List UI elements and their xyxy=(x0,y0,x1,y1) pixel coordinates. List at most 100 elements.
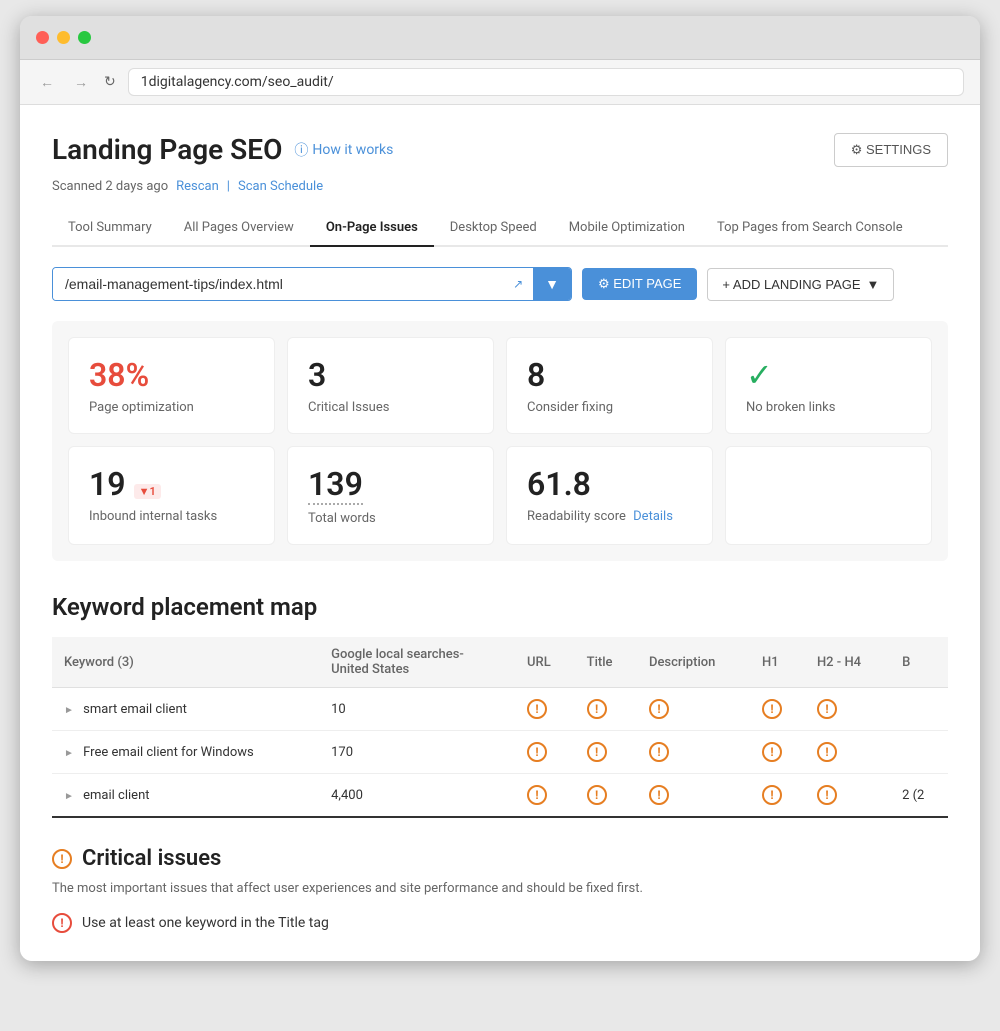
h2h4-cell: ! xyxy=(805,774,890,818)
h1-cell: ! xyxy=(750,688,805,731)
metric-total-words: 139 Total words xyxy=(287,446,494,545)
desc-cell: ! xyxy=(637,688,750,731)
warning-icon: ! xyxy=(527,785,547,805)
expand-icon[interactable]: ► xyxy=(64,791,74,802)
rescan-link[interactable]: Rescan xyxy=(176,179,219,194)
readability-details-link[interactable]: Details xyxy=(633,509,673,524)
warning-icon: ! xyxy=(762,785,782,805)
page-content: Landing Page SEO ⓘ How it works ⚙ SETTIN… xyxy=(20,105,980,961)
tab-on-page-issues[interactable]: On-Page Issues xyxy=(310,210,434,247)
keyword-cell: ► smart email client xyxy=(52,688,319,731)
warning-icon: ! xyxy=(817,742,837,762)
tab-tool-summary[interactable]: Tool Summary xyxy=(52,210,168,247)
metric-optimization-value: 38% xyxy=(89,356,254,394)
h1-cell: ! xyxy=(750,731,805,774)
warning-icon: ! xyxy=(527,699,547,719)
metric-broken-label: No broken links xyxy=(746,400,911,415)
close-button[interactable] xyxy=(36,31,49,44)
scan-schedule-link[interactable]: Scan Schedule xyxy=(238,179,323,194)
b-cell: 2 (2 xyxy=(890,774,948,818)
table-row: ► smart email client 10 ! ! ! ! ! xyxy=(52,688,948,731)
col-keyword: Keyword (3) xyxy=(52,637,319,688)
metric-words-label: Total words xyxy=(308,511,473,526)
browser-bar: ← → ↻ 1digitalagency.com/seo_audit/ xyxy=(20,60,980,105)
col-b: B xyxy=(890,637,948,688)
page-header: Landing Page SEO ⓘ How it works ⚙ SETTIN… xyxy=(52,133,948,167)
metric-critical-label: Critical Issues xyxy=(308,400,473,415)
critical-header: ! Critical issues xyxy=(52,846,948,871)
warning-icon: ! xyxy=(587,785,607,805)
b-cell xyxy=(890,688,948,731)
metric-optimization-label: Page optimization xyxy=(89,400,254,415)
title-cell: ! xyxy=(575,774,637,818)
metrics-grid: 38% Page optimization 3 Critical Issues … xyxy=(52,321,948,561)
external-link-icon[interactable]: ↗ xyxy=(503,268,533,300)
keyword-section-title: Keyword placement map xyxy=(52,593,948,621)
metric-inbound-value: 19 ▼1 xyxy=(89,465,254,503)
issue-item: ! Use at least one keyword in the Title … xyxy=(52,913,948,933)
page-selector: ↗ ▼ ⚙ EDIT PAGE + ADD LANDING PAGE ▼ xyxy=(52,267,948,301)
metric-inbound-label: Inbound internal tasks xyxy=(89,509,254,524)
desc-cell: ! xyxy=(637,731,750,774)
col-url: URL xyxy=(515,637,575,688)
desc-cell: ! xyxy=(637,774,750,818)
titlebar xyxy=(20,16,980,60)
back-button[interactable]: ← xyxy=(36,72,58,93)
critical-warning-icon: ! xyxy=(52,849,72,869)
h1-cell: ! xyxy=(750,774,805,818)
critical-description: The most important issues that affect us… xyxy=(52,879,948,899)
metric-page-optimization: 38% Page optimization xyxy=(68,337,275,434)
keyword-table: Keyword (3) Google local searches-United… xyxy=(52,637,948,818)
edit-page-button[interactable]: ⚙ EDIT PAGE xyxy=(582,268,697,300)
tab-top-pages[interactable]: Top Pages from Search Console xyxy=(701,210,919,247)
title-cell: ! xyxy=(575,731,637,774)
metric-readability-label: Readability score Details xyxy=(527,509,692,524)
maximize-button[interactable] xyxy=(78,31,91,44)
metric-checkmark: ✓ xyxy=(746,356,911,394)
warning-icon: ! xyxy=(649,785,669,805)
refresh-button[interactable]: ↻ xyxy=(104,74,116,90)
add-landing-page-button[interactable]: + ADD LANDING PAGE ▼ xyxy=(707,268,894,301)
page-dropdown-button[interactable]: ▼ xyxy=(533,268,571,300)
minimize-button[interactable] xyxy=(57,31,70,44)
question-icon: ⓘ xyxy=(294,140,308,160)
metrics-row-1: 38% Page optimization 3 Critical Issues … xyxy=(68,337,932,434)
metric-readability-value: 61.8 xyxy=(527,465,692,503)
metric-consider-label: Consider fixing xyxy=(527,400,692,415)
how-it-works-link[interactable]: ⓘ How it works xyxy=(294,140,393,160)
metric-words-value: 139 xyxy=(308,465,473,505)
expand-icon[interactable]: ► xyxy=(64,705,74,716)
tab-mobile-opt[interactable]: Mobile Optimization xyxy=(553,210,701,247)
warning-icon: ! xyxy=(817,699,837,719)
traffic-lights xyxy=(36,31,91,44)
keyword-cell: ► Free email client for Windows xyxy=(52,731,319,774)
browser-window: ← → ↻ 1digitalagency.com/seo_audit/ Land… xyxy=(20,16,980,961)
metric-broken-links: ✓ No broken links xyxy=(725,337,932,434)
metric-inbound: 19 ▼1 Inbound internal tasks xyxy=(68,446,275,545)
page-title: Landing Page SEO xyxy=(52,133,282,166)
forward-button[interactable]: → xyxy=(70,72,92,93)
searches-cell: 170 xyxy=(319,731,515,774)
metric-consider-fixing: 8 Consider fixing xyxy=(506,337,713,434)
expand-icon[interactable]: ► xyxy=(64,748,74,759)
scan-date: Scanned 2 days ago xyxy=(52,179,168,194)
table-header-row: Keyword (3) Google local searches-United… xyxy=(52,637,948,688)
settings-button[interactable]: ⚙ SETTINGS xyxy=(834,133,948,167)
warning-icon: ! xyxy=(587,699,607,719)
searches-cell: 4,400 xyxy=(319,774,515,818)
page-url-input[interactable] xyxy=(53,268,503,300)
col-h2h4: H2 - H4 xyxy=(805,637,890,688)
h2h4-cell: ! xyxy=(805,731,890,774)
warning-icon: ! xyxy=(817,785,837,805)
col-title: Title xyxy=(575,637,637,688)
keyword-cell: ► email client xyxy=(52,774,319,818)
metric-critical-value: 3 xyxy=(308,356,473,394)
tab-desktop-speed[interactable]: Desktop Speed xyxy=(434,210,553,247)
tab-all-pages[interactable]: All Pages Overview xyxy=(168,210,310,247)
keyword-section: Keyword placement map Keyword (3) Google… xyxy=(52,589,948,818)
metric-consider-value: 8 xyxy=(527,356,692,394)
address-bar[interactable]: 1digitalagency.com/seo_audit/ xyxy=(128,68,964,96)
warning-icon: ! xyxy=(527,742,547,762)
h2h4-cell: ! xyxy=(805,688,890,731)
url-cell: ! xyxy=(515,774,575,818)
